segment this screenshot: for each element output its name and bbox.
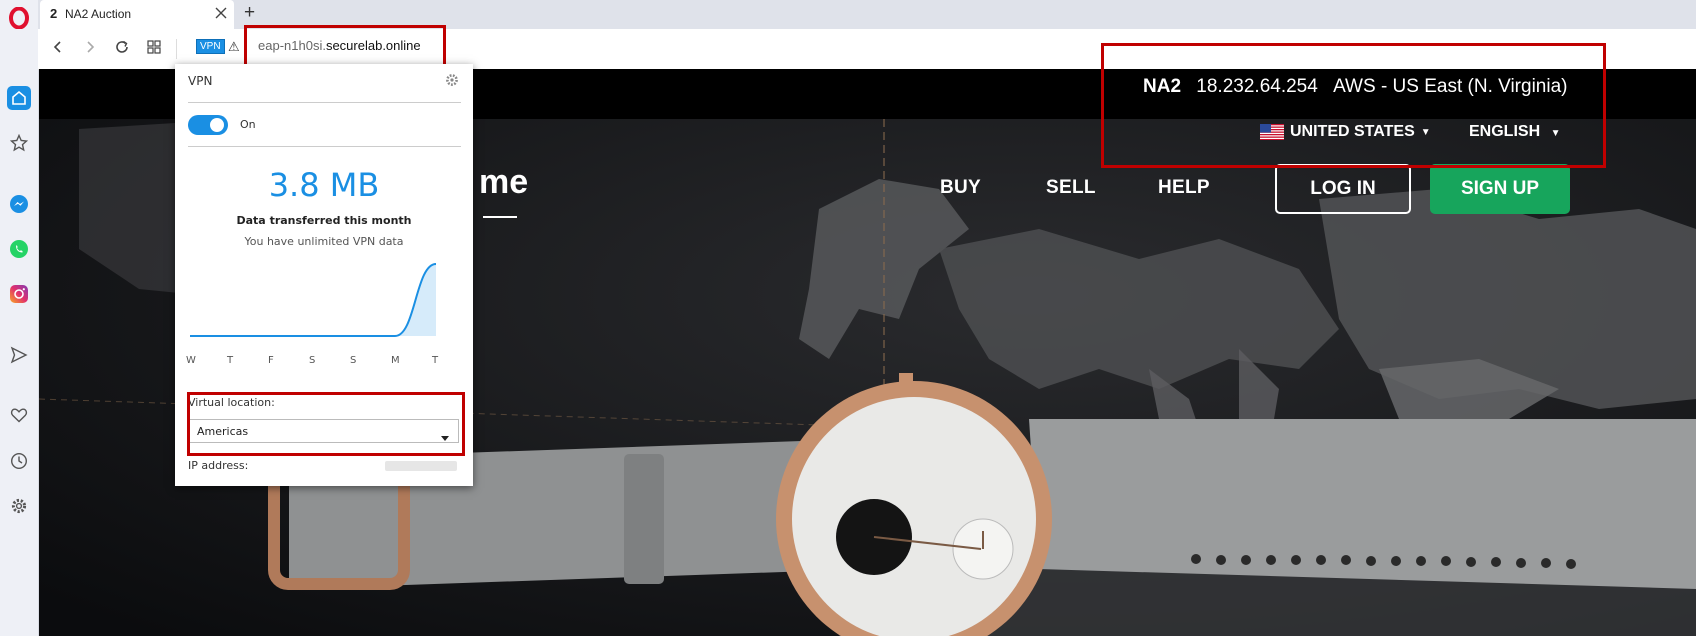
divider xyxy=(176,39,177,59)
signup-button[interactable]: SIGN UP xyxy=(1430,164,1570,214)
speed-dial-icon[interactable] xyxy=(142,35,166,59)
site-logo[interactable]: me xyxy=(479,163,528,202)
usage-day-label: F xyxy=(268,355,274,366)
star-icon[interactable] xyxy=(7,131,31,155)
forward-icon[interactable] xyxy=(78,35,102,59)
vpn-toggle[interactable] xyxy=(188,115,228,135)
ip-address-label: IP address: xyxy=(188,459,249,472)
divider xyxy=(188,146,461,147)
toggle-label: On xyxy=(240,118,256,131)
data-amount: 3.8 MB xyxy=(268,166,380,204)
vpn-badge-button[interactable]: VPN xyxy=(196,39,225,54)
tab-badge: 2 xyxy=(50,6,58,21)
messenger-icon[interactable] xyxy=(7,192,31,216)
tab-title: NA2 Auction xyxy=(65,7,132,21)
heart-icon[interactable] xyxy=(7,403,31,427)
unlimited-text: You have unlimited VPN data xyxy=(244,235,404,248)
usage-chart xyxy=(190,263,437,337)
usage-day-label: T xyxy=(432,355,439,366)
settings-icon[interactable] xyxy=(7,494,31,518)
logo-underline xyxy=(483,216,517,218)
send-icon[interactable] xyxy=(7,343,31,367)
data-caption: Data transferred this month xyxy=(236,214,412,227)
usage-line xyxy=(190,263,437,337)
virtual-location-highlight-box xyxy=(187,392,465,456)
vpn-title: VPN xyxy=(188,74,213,88)
toggle-knob xyxy=(210,118,224,132)
warning-icon[interactable]: ⚠ xyxy=(228,39,240,55)
home-icon[interactable] xyxy=(7,86,31,110)
instagram-icon[interactable] xyxy=(7,282,31,306)
history-icon[interactable] xyxy=(7,449,31,473)
opera-logo-icon[interactable] xyxy=(7,6,31,30)
whatsapp-icon[interactable] xyxy=(7,237,31,261)
nav-buy[interactable]: BUY xyxy=(940,177,981,199)
opera-sidebar xyxy=(0,0,39,636)
usage-area xyxy=(190,264,436,336)
usage-day-label: S xyxy=(309,355,316,366)
usage-day-label: M xyxy=(391,355,400,366)
nav-help[interactable]: HELP xyxy=(1158,177,1210,199)
tab-na2-auction[interactable]: 2 NA2 Auction xyxy=(40,0,234,29)
back-icon[interactable] xyxy=(46,35,70,59)
usage-day-labels: WTFSSMT xyxy=(186,355,460,371)
login-button[interactable]: LOG IN xyxy=(1275,164,1411,214)
nav-sell[interactable]: SELL xyxy=(1046,177,1096,199)
reload-icon[interactable] xyxy=(110,35,134,59)
gear-icon[interactable] xyxy=(445,72,459,86)
usage-day-label: W xyxy=(186,355,196,366)
usage-day-label: T xyxy=(227,355,234,366)
close-icon[interactable] xyxy=(214,5,228,21)
server-info-highlight-box xyxy=(1101,43,1606,168)
new-tab-button[interactable]: + xyxy=(244,2,255,24)
divider xyxy=(188,102,461,103)
ip-address-value-blurred xyxy=(385,461,457,471)
usage-day-label: S xyxy=(350,355,357,366)
